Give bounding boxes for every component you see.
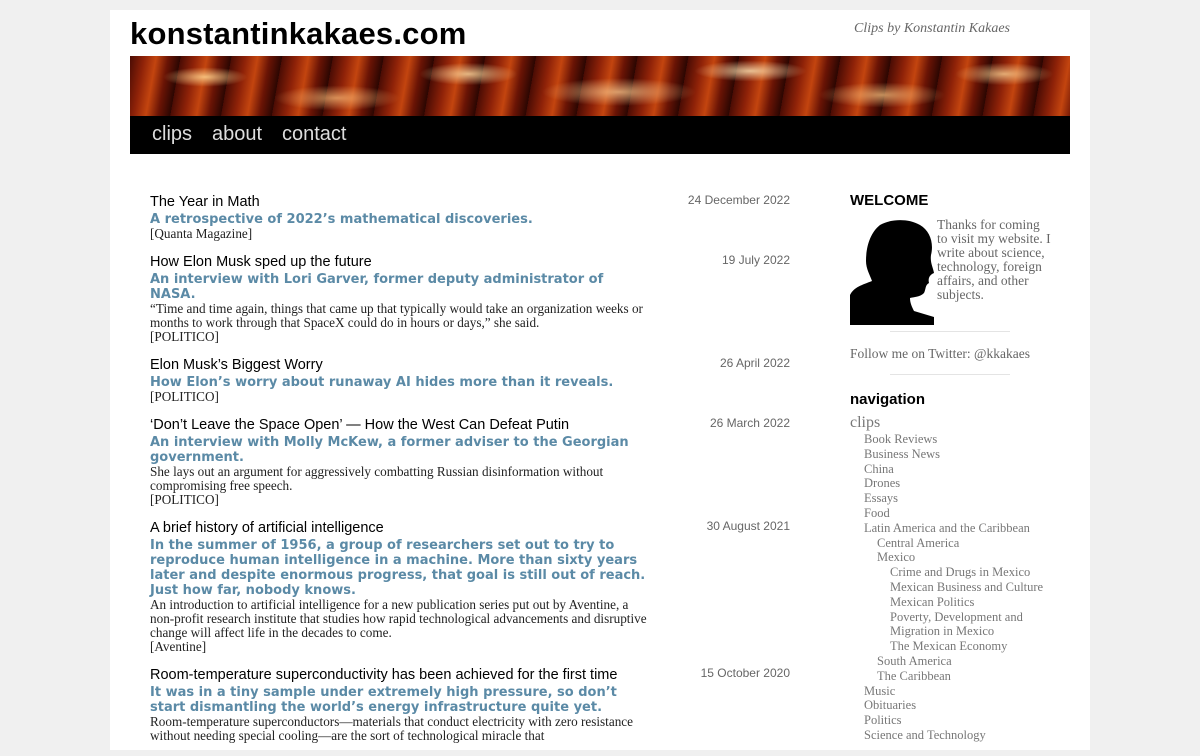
- nav-category-link[interactable]: Politics: [864, 713, 902, 727]
- nav-category-link[interactable]: clips: [850, 414, 880, 431]
- post-item: Room-temperature superconductivity has b…: [150, 666, 790, 743]
- post-date: 19 July 2022: [721, 253, 790, 267]
- post-source: [Aventine]: [150, 639, 207, 654]
- nav-category-link[interactable]: Obituaries: [864, 698, 916, 712]
- post-title-link[interactable]: Elon Musk’s Biggest Worry: [150, 357, 680, 374]
- sidebar-divider: [890, 331, 1010, 332]
- post-description: An introduction to artificial intelligen…: [150, 597, 647, 640]
- nav-category-item: Essays: [850, 491, 1060, 506]
- nav-category-link[interactable]: Book Reviews: [864, 432, 937, 446]
- nav-category-link[interactable]: China: [864, 462, 894, 476]
- site-tagline: Clips by Konstantin Kakaes: [854, 21, 1010, 36]
- nav-link-clips[interactable]: clips: [152, 123, 192, 146]
- welcome-heading: WELCOME: [850, 192, 929, 209]
- nav-category-item: Politics: [850, 713, 1060, 728]
- post-title-link[interactable]: The Year in Math: [150, 194, 680, 211]
- post-item: The Year in Math 24 December 2022 A retr…: [150, 193, 790, 241]
- navigation-heading: navigation: [850, 391, 926, 408]
- nav-category-item: Science and Technology: [850, 728, 1060, 743]
- nav-category-link[interactable]: Food: [864, 506, 890, 520]
- nav-category-link[interactable]: Mexican Business and Culture: [890, 580, 1043, 594]
- author-silhouette-image: [850, 220, 934, 325]
- post-subtitle[interactable]: A retrospective of 2022’s mathematical d…: [150, 212, 650, 227]
- nav-category-item: China: [850, 462, 1060, 477]
- header-banner-image: [130, 56, 1070, 116]
- post-title-link[interactable]: Room-temperature superconductivity has b…: [150, 667, 690, 684]
- nav-category-item: Crime and Drugs in Mexico: [850, 565, 1060, 580]
- nav-category-item: clips: [850, 414, 1060, 432]
- post-date: 15 October 2020: [700, 666, 790, 680]
- twitter-follow-text[interactable]: Follow me on Twitter: @kkakaes: [850, 346, 1060, 362]
- nav-link-about[interactable]: about: [212, 123, 262, 146]
- nav-category-item: Mexican Business and Culture: [850, 580, 1060, 595]
- post-date: 26 March 2022: [709, 416, 790, 430]
- nav-category-item: The Caribbean: [850, 669, 1060, 684]
- nav-category-item: Mexico: [850, 550, 1060, 565]
- post-list: The Year in Math 24 December 2022 A retr…: [150, 193, 790, 756]
- post-item: A brief history of artificial intelligen…: [150, 519, 790, 654]
- post-subtitle[interactable]: In the summer of 1956, a group of resear…: [150, 538, 650, 598]
- nav-category-item: South America: [850, 654, 1060, 669]
- page-container: konstantinkakaes.com Clips by Konstantin…: [110, 10, 1090, 750]
- nav-category-item: Music: [850, 684, 1060, 699]
- post-title-link[interactable]: A brief history of artificial intelligen…: [150, 520, 680, 537]
- nav-category-item: Obituaries: [850, 698, 1060, 713]
- nav-category-link[interactable]: The Mexican Economy: [890, 639, 1007, 653]
- nav-category-link[interactable]: Music: [864, 684, 895, 698]
- nav-category-link[interactable]: Crime and Drugs in Mexico: [890, 565, 1030, 579]
- post-source: [POLITICO]: [150, 389, 219, 404]
- nav-category-link[interactable]: Business News: [864, 447, 940, 461]
- nav-category-item: Business News: [850, 447, 1060, 462]
- nav-category-link[interactable]: Central America: [877, 536, 959, 550]
- welcome-box: Thanks for coming to visit my website. I…: [850, 217, 1060, 331]
- post-source: [POLITICO]: [150, 329, 219, 344]
- nav-category-link[interactable]: Mexican Politics: [890, 595, 974, 609]
- nav-category-link[interactable]: South America: [877, 654, 952, 668]
- post-date: 24 December 2022: [687, 193, 790, 207]
- nav-category-item: Poverty, Development and Migration in Me…: [850, 610, 1060, 640]
- site-title-link[interactable]: konstantinkakaes.com: [130, 16, 467, 52]
- post-subtitle[interactable]: An interview with Lori Garver, former de…: [150, 272, 650, 302]
- nav-category-item: Food: [850, 506, 1060, 521]
- post-subtitle[interactable]: An interview with Molly McKew, a former …: [150, 435, 650, 465]
- sidebar: WELCOME Thanks for coming to visit my we…: [850, 192, 1060, 743]
- nav-category-item: Mexican Politics: [850, 595, 1060, 610]
- category-navigation-list: clips Book Reviews Business News China Drone…: [850, 414, 1060, 743]
- post-description: She lays out an argument for aggressivel…: [150, 464, 604, 493]
- nav-category-link[interactable]: Drones: [864, 476, 900, 490]
- post-subtitle[interactable]: It was in a tiny sample under extremely …: [150, 685, 650, 715]
- nav-category-link[interactable]: The Caribbean: [877, 669, 951, 683]
- nav-category-link[interactable]: Poverty, Development and Migration in Me…: [890, 610, 1023, 639]
- post-title-link[interactable]: ‘Don’t Leave the Space Open’ — How the W…: [150, 417, 680, 434]
- nav-category-link[interactable]: Latin America and the Caribbean: [864, 521, 1030, 535]
- nav-category-item: Central America: [850, 536, 1060, 551]
- post-source: [Quanta Magazine]: [150, 226, 253, 241]
- main-navigation-bar: clips about contact: [130, 116, 1070, 154]
- post-source: [POLITICO]: [150, 492, 219, 507]
- nav-category-link[interactable]: Essays: [864, 491, 898, 505]
- post-item: How Elon Musk sped up the future 19 July…: [150, 253, 790, 344]
- nav-category-item: The Mexican Economy: [850, 639, 1060, 654]
- post-description: “Time and time again, things that came u…: [150, 301, 643, 330]
- nav-link-contact[interactable]: contact: [282, 123, 346, 146]
- post-date: 26 April 2022: [719, 356, 790, 370]
- post-item: ‘Don’t Leave the Space Open’ — How the W…: [150, 416, 790, 507]
- post-item: Elon Musk’s Biggest Worry 26 April 2022 …: [150, 356, 790, 404]
- nav-category-item: Drones: [850, 476, 1060, 491]
- post-title-link[interactable]: How Elon Musk sped up the future: [150, 254, 680, 271]
- nav-category-link[interactable]: Mexico: [877, 550, 915, 564]
- post-description: Room-temperature superconductors—materia…: [150, 714, 633, 743]
- nav-category-item: Book Reviews: [850, 432, 1060, 447]
- sidebar-divider: [890, 374, 1010, 375]
- nav-category-item: Latin America and the Caribbean: [850, 521, 1060, 536]
- post-date: 30 August 2021: [706, 519, 790, 533]
- post-subtitle[interactable]: How Elon’s worry about runaway AI hides …: [150, 375, 650, 390]
- welcome-text: Thanks for coming to visit my website. I…: [937, 217, 1051, 302]
